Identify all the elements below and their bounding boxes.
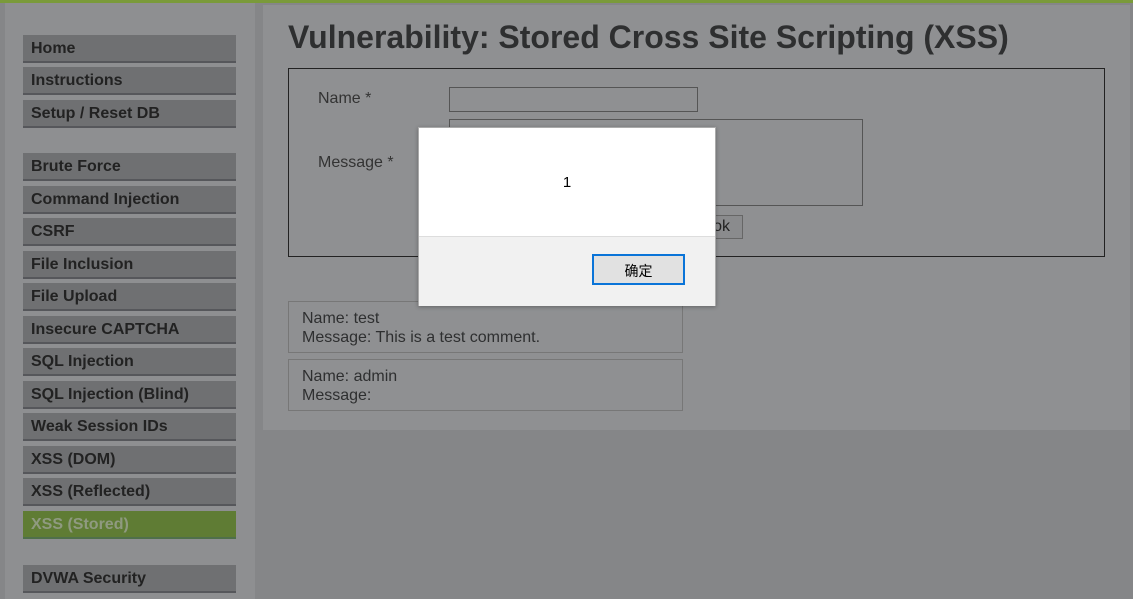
sidebar-item-xss-dom[interactable]: XSS (DOM) bbox=[23, 446, 236, 474]
sidebar-menu: Home Instructions Setup / Reset DB Brute Fo… bbox=[5, 3, 255, 599]
sidebar-item-weak-session-ids[interactable]: Weak Session IDs bbox=[23, 413, 236, 441]
sidebar-item-file-inclusion[interactable]: File Inclusion bbox=[23, 251, 236, 279]
sidebar-item-dvwa-security[interactable]: DVWA Security bbox=[23, 565, 236, 593]
sidebar-item-brute-force[interactable]: Brute Force bbox=[23, 153, 236, 181]
sidebar-item-insecure-captcha[interactable]: Insecure CAPTCHA bbox=[23, 316, 236, 344]
name-label: Name * bbox=[318, 90, 372, 107]
comment-name: Name: test bbox=[302, 310, 380, 327]
sidebar-item-home[interactable]: Home bbox=[23, 35, 236, 63]
alert-dialog: 1 确定 bbox=[418, 127, 716, 306]
confirm-button[interactable]: 确定 bbox=[592, 254, 685, 285]
sidebar-item-file-upload[interactable]: File Upload bbox=[23, 283, 236, 311]
sidebar-item-sql-injection[interactable]: SQL Injection bbox=[23, 348, 236, 376]
sidebar-item-instructions[interactable]: Instructions bbox=[23, 67, 236, 95]
message-label: Message * bbox=[318, 154, 394, 171]
sidebar-item-sql-injection-blind[interactable]: SQL Injection (Blind) bbox=[23, 381, 236, 409]
comment-message: Message: This is a test comment. bbox=[302, 329, 541, 346]
alert-message: 1 bbox=[562, 174, 572, 191]
sidebar-item-csrf[interactable]: CSRF bbox=[23, 218, 236, 246]
page-title: Vulnerability: Stored Cross Site Scripti… bbox=[288, 19, 1009, 55]
comment-entry: Name: test Message: This is a test comme… bbox=[288, 301, 683, 353]
sidebar-item-command-injection[interactable]: Command Injection bbox=[23, 186, 236, 214]
name-input[interactable] bbox=[449, 87, 698, 112]
alert-footer: 确定 bbox=[419, 236, 715, 306]
comment-name: Name: admin bbox=[302, 368, 398, 385]
sidebar-item-xss-stored[interactable]: XSS (Stored) bbox=[23, 511, 236, 539]
comment-entry: Name: admin Message: bbox=[288, 359, 683, 411]
comment-message: Message: bbox=[302, 387, 372, 404]
sidebar-item-xss-reflected[interactable]: XSS (Reflected) bbox=[23, 478, 236, 506]
sidebar-item-setup-reset-db[interactable]: Setup / Reset DB bbox=[23, 100, 236, 128]
